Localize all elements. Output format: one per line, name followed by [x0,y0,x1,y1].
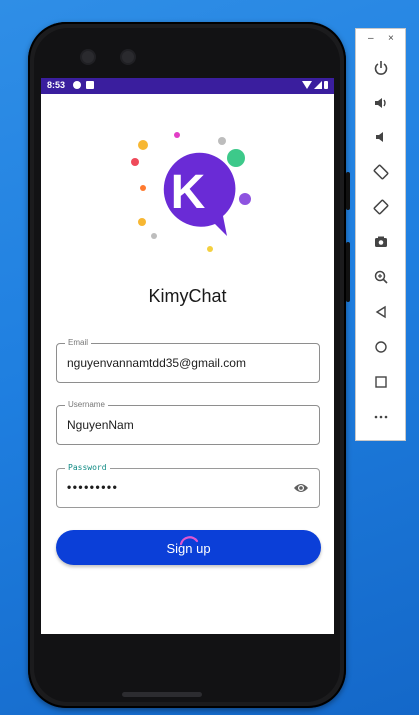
front-camera-icon [82,51,94,63]
notification-icon [73,81,81,89]
side-power-button[interactable] [346,172,350,210]
wifi-icon [302,81,312,89]
device-screen: 8:53 K KimyChat Email nguyenvannamtdd35@… [41,78,334,634]
close-button[interactable]: × [388,33,394,44]
rotate-right-icon [373,199,389,215]
password-field[interactable]: Password ••••••••• [56,463,320,508]
signup-button[interactable]: Sign up [56,530,321,565]
username-value[interactable]: NguyenNam [67,418,134,432]
loading-spinner-icon [179,536,199,546]
rotate-right-button[interactable] [368,194,394,220]
kimychat-logo: K [131,132,251,252]
status-time: 8:53 [47,80,66,90]
volume-up-icon [375,98,386,108]
overview-icon [375,376,387,388]
status-bar: 8:53 [41,78,334,94]
sensor-icon [122,51,134,63]
status-indicators [302,81,328,89]
toolbar-window-controls: – × [356,33,405,45]
email-field[interactable]: Email nguyenvannamtdd35@gmail.com [56,338,320,383]
bottom-speaker [122,692,202,697]
logo-letter: K [171,166,206,219]
camera-icon [375,236,387,247]
battery-icon [324,81,328,89]
app-title: KimyChat [148,286,227,306]
email-label: Email [65,338,92,348]
username-label: Username [65,400,108,410]
side-volume-button[interactable] [346,242,350,302]
power-icon [374,61,388,75]
zoom-icon [374,270,388,284]
password-value[interactable]: ••••••••• [67,480,118,494]
volume-down-icon [376,132,383,142]
volume-down-button[interactable] [368,124,394,150]
back-icon [375,305,386,319]
rotate-left-icon [373,164,389,180]
signal-icon [314,81,322,89]
overview-button[interactable] [368,369,394,395]
show-password-icon[interactable] [293,482,309,494]
rotate-left-button[interactable] [368,159,394,185]
more-button[interactable] [368,404,394,430]
home-button[interactable] [368,334,394,360]
password-label: Password [65,463,110,473]
minimize-button[interactable]: – [368,33,374,44]
email-value[interactable]: nguyenvannamtdd35@gmail.com [67,356,246,370]
home-icon [375,341,387,353]
screenshot-button[interactable] [368,229,394,255]
emulator-toolbar: – × [355,28,406,441]
volume-up-button[interactable] [368,90,394,116]
more-icon [374,415,388,419]
back-button[interactable] [368,299,394,325]
zoom-button[interactable] [368,264,394,290]
power-button[interactable] [368,55,394,81]
sd-card-icon [86,81,94,89]
username-field[interactable]: Username NguyenNam [56,400,320,445]
